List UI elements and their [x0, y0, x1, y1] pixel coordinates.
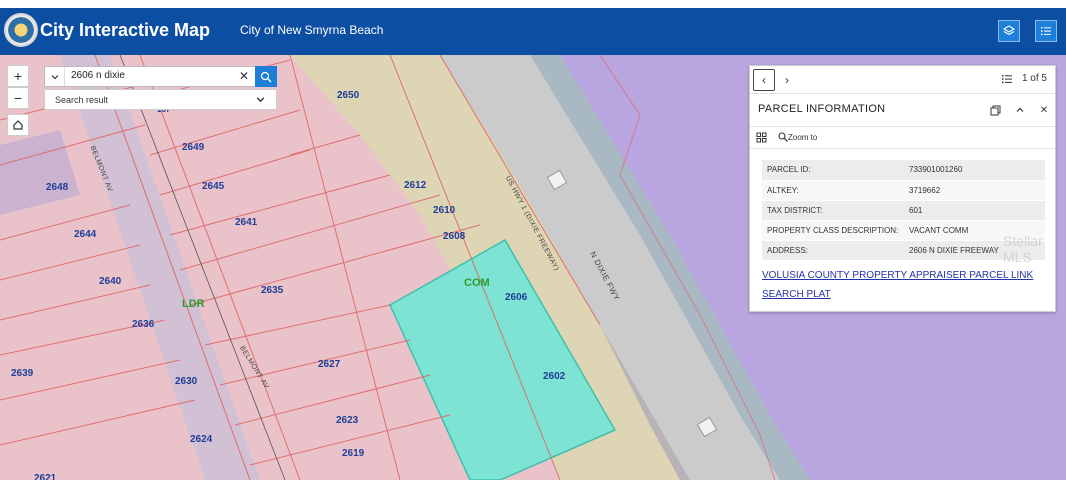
- parcel-label: 2639: [11, 368, 34, 379]
- chevron-down-icon: [51, 74, 58, 79]
- plus-icon: +: [13, 68, 23, 84]
- previous-feature-button[interactable]: ‹: [753, 69, 775, 91]
- search-result-label: Search result: [55, 95, 109, 105]
- table-row: TAX DISTRICT: 601: [762, 200, 1045, 221]
- attribute-key: ADDRESS:: [762, 240, 904, 261]
- parcel-label: 2623: [336, 415, 359, 426]
- actions-grid-icon[interactable]: [756, 132, 767, 143]
- attribute-value: 733901001260: [904, 160, 1045, 181]
- table-row: ALTKEY: 3719662: [762, 180, 1045, 201]
- divider: [750, 148, 1055, 149]
- zone-label-ldr: LDR: [182, 298, 205, 310]
- parcel-label: 2648: [46, 182, 69, 193]
- next-feature-button[interactable]: ›: [776, 69, 798, 91]
- list-icon: [1041, 27, 1051, 36]
- parcel-label: 2645: [202, 181, 225, 192]
- app-title: City Interactive Map: [40, 20, 211, 40]
- app-header: City Interactive Map City of New Smyrna …: [0, 8, 1066, 55]
- layers-icon: [1002, 25, 1016, 36]
- close-icon: ✕: [1039, 104, 1049, 116]
- parcel-label: 2624: [190, 434, 213, 445]
- zoom-to-button[interactable]: Zoom to: [788, 133, 817, 142]
- attribute-key: PARCEL ID:: [762, 160, 904, 181]
- parcel-label: 2636: [132, 319, 155, 330]
- clear-search-icon[interactable]: ✕: [239, 69, 249, 83]
- parcel-label: 2612: [404, 180, 427, 191]
- search-button[interactable]: [255, 66, 277, 87]
- parcel-label: 2621: [34, 473, 57, 480]
- attribute-value: 601: [904, 200, 1045, 221]
- search-icon: [260, 71, 272, 82]
- search-plat-link[interactable]: SEARCH PLAT: [762, 289, 831, 300]
- table-row: PARCEL ID: 733901001260: [762, 160, 1045, 181]
- city-seal-logo: [4, 13, 38, 47]
- layers-button[interactable]: [998, 20, 1020, 42]
- parcel-label: 2635: [261, 285, 284, 296]
- property-appraiser-link[interactable]: VOLUSIA COUNTY PROPERTY APPRAISER PARCEL…: [762, 270, 1033, 281]
- dock-button[interactable]: [988, 103, 1002, 117]
- home-button[interactable]: [7, 114, 29, 136]
- zoom-to-icon[interactable]: [778, 132, 788, 142]
- parcel-label: 2610: [433, 205, 456, 216]
- attribute-key: PROPERTY CLASS DESCRIPTION:: [762, 220, 904, 241]
- chevron-up-icon: [1016, 107, 1024, 112]
- divider: [750, 93, 1055, 94]
- popup-title: PARCEL INFORMATION: [758, 103, 886, 115]
- collapse-button[interactable]: [1013, 103, 1027, 117]
- chevron-right-icon: ›: [785, 73, 789, 87]
- parcel-label: 2640: [99, 276, 122, 287]
- parcel-label: 2606: [505, 292, 528, 303]
- parcel-label: 2602: [543, 371, 566, 382]
- attribute-key: TAX DISTRICT:: [762, 200, 904, 221]
- app-subtitle: City of New Smyrna Beach: [240, 23, 384, 37]
- search-input[interactable]: 2606 n dixie: [71, 70, 125, 81]
- feature-pager: 1 of 5: [1021, 73, 1047, 84]
- divider: [750, 126, 1055, 127]
- dock-icon: [990, 105, 1000, 115]
- legend-list-button[interactable]: [1035, 20, 1057, 42]
- chevron-down-icon: [256, 97, 265, 103]
- home-icon: [13, 120, 23, 130]
- attribute-key: ALTKEY:: [762, 180, 904, 201]
- mls-watermark: Stellar MLS: [1003, 233, 1043, 265]
- search-source-dropdown[interactable]: [45, 67, 65, 86]
- search-box: 2606 n dixie ✕: [44, 66, 277, 87]
- attribute-value: 3719662: [904, 180, 1045, 201]
- zone-label-com: COM: [464, 277, 490, 289]
- parcel-label: 2627: [318, 359, 341, 370]
- parcel-label: 2644: [74, 229, 97, 240]
- parcel-label: 2608: [443, 231, 466, 242]
- zoom-out-button[interactable]: −: [7, 87, 29, 109]
- parcel-label: 2630: [175, 376, 198, 387]
- minus-icon: −: [13, 90, 23, 106]
- parcel-label: 2619: [342, 448, 365, 459]
- top-strip: [0, 0, 1066, 8]
- feature-list-icon[interactable]: [1001, 73, 1013, 85]
- parcel-label: 2650: [337, 90, 360, 101]
- zoom-to-row: Zoom to: [756, 132, 817, 145]
- parcel-label: 2641: [235, 217, 258, 228]
- zoom-in-button[interactable]: +: [7, 65, 29, 87]
- close-button[interactable]: ✕: [1037, 103, 1051, 117]
- search-result-dropdown[interactable]: Search result: [44, 89, 277, 110]
- parcel-label: 2649: [182, 142, 205, 153]
- parcel-popup: ‹ › 1 of 5 PARCEL INFORMATION ✕ Zoom to …: [749, 65, 1056, 312]
- chevron-left-icon: ‹: [762, 73, 766, 87]
